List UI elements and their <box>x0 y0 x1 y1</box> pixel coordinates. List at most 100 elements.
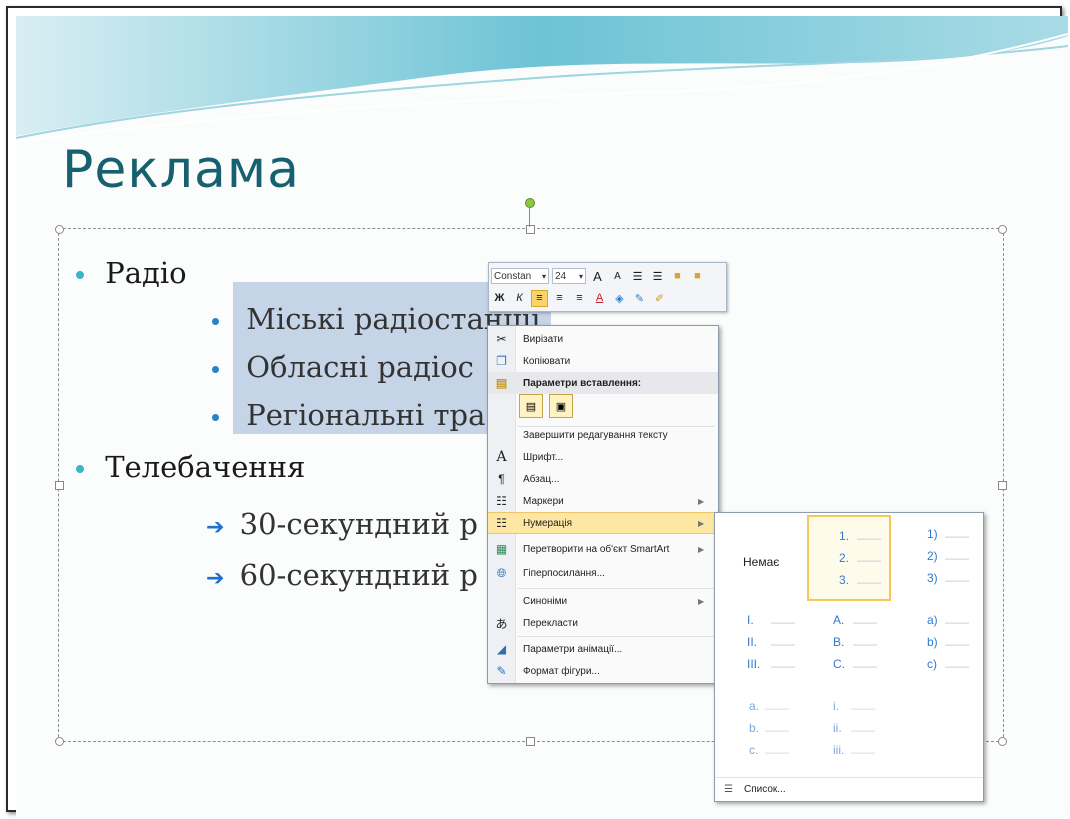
decrease-indent-button[interactable]: ☰ <box>629 268 646 285</box>
sub-bullet-30s[interactable]: ➔ 30-секундний р <box>206 507 478 541</box>
numbering-option-alpha-upper[interactable]: A. —— B. —— C. —— <box>807 601 891 687</box>
sub-bullet-area[interactable]: Регіональні тра <box>212 398 485 432</box>
numbering-marker: 1. <box>839 529 850 543</box>
paste-picture-icon: ▣ <box>555 400 567 413</box>
menu-item-label: Формат фігури... <box>523 665 600 677</box>
menu-item-label: Вирізати <box>523 333 564 345</box>
shape-fill-button[interactable]: ■ <box>669 268 686 285</box>
slide-title[interactable]: Реклама <box>62 140 300 200</box>
menu-item-copy[interactable]: ❐ Копіювати <box>488 350 718 372</box>
bullet-radio[interactable]: Радіо <box>76 256 187 290</box>
bullet-tv[interactable]: Телебачення <box>76 450 305 484</box>
numbering-option-alpha-lower-paren[interactable]: a) —— b) —— c) —— <box>893 601 977 687</box>
numbering-marker: b. <box>749 721 760 735</box>
menu-separator <box>518 588 714 589</box>
numbering-marker: II. <box>747 635 758 649</box>
font-size-combo[interactable]: 24 ▾ <box>552 268 586 284</box>
numbering-none-label: Немає <box>743 555 780 569</box>
context-menu: ✂ Вирізати ❐ Копіювати ▤ Параметри встав… <box>487 325 719 684</box>
numbering-option-1paren[interactable]: 1) —— 2) —— 3) —— <box>893 515 977 601</box>
increase-indent-button[interactable]: ☰ <box>649 268 666 285</box>
menu-header-paste-options: ▤ Параметри вставлення: <box>488 372 718 394</box>
line-placeholder: —— <box>853 659 877 673</box>
menu-item-cut[interactable]: ✂ Вирізати <box>488 328 718 350</box>
menu-item-animation[interactable]: ◢ Параметри анімації... <box>488 638 718 660</box>
menu-item-end-text-edit[interactable]: Завершити редагування тексту <box>488 424 718 446</box>
font-name-value: Constan <box>494 270 532 282</box>
menu-item-label: Перекласти <box>523 617 578 629</box>
numbering-none-option[interactable]: Немає <box>721 515 805 601</box>
menu-item-smartart[interactable]: ▦ Перетворити на об'єкт SmartArt ▶ <box>488 538 718 560</box>
bullet-text: Обласні радіос <box>246 350 474 384</box>
menu-item-synonyms[interactable]: Синоніми ▶ <box>488 590 718 612</box>
numbering-option-1dot[interactable]: 1. —— 2. —— 3. —— <box>807 515 891 601</box>
submenu-arrow-icon: ▶ <box>698 496 705 506</box>
shrink-font-button[interactable]: A <box>609 268 626 285</box>
paste-keep-formatting-button[interactable]: ▤ <box>519 394 543 418</box>
line-placeholder: —— <box>851 745 875 759</box>
resize-handle-br[interactable] <box>998 737 1007 746</box>
numbering-icon: ☷ <box>496 516 507 530</box>
italic-button[interactable]: К <box>511 290 528 307</box>
bullet-text: 60-секундний р <box>239 558 478 592</box>
scissors-icon: ✂ <box>496 332 507 346</box>
resize-handle-tr[interactable] <box>998 225 1007 234</box>
menu-item-translate[interactable]: あ Перекласти <box>488 612 718 634</box>
align-center-icon: ≡ <box>556 292 563 304</box>
paragraph-icon: ¶ <box>498 472 505 486</box>
bold-button[interactable]: Ж <box>491 290 508 307</box>
smartart-icon: ▦ <box>495 542 508 556</box>
align-center-button[interactable]: ≡ <box>551 290 568 307</box>
menu-item-font[interactable]: A Шрифт... <box>488 446 718 468</box>
format-painter-button[interactable]: ✐ <box>651 290 668 307</box>
sub-bullet-regional[interactable]: Обласні радіос <box>212 350 474 384</box>
menu-item-numbering[interactable]: ☷ Нумерація ▶ <box>488 512 718 534</box>
resize-handle-left[interactable] <box>55 481 64 490</box>
paste-keep-icon: ▤ <box>525 400 537 413</box>
menu-item-hyperlink[interactable]: 🌐︎ Гіперпосилання... <box>488 562 718 584</box>
font-size-value: 24 <box>555 270 567 282</box>
resize-handle-tl[interactable] <box>55 225 64 234</box>
menu-item-paragraph[interactable]: ¶ Абзац... <box>488 468 718 490</box>
align-left-button[interactable]: ≡ <box>531 289 548 307</box>
menu-separator <box>518 636 714 637</box>
grow-font-button[interactable]: A <box>589 268 606 285</box>
numbering-marker: ii. <box>833 721 842 735</box>
align-right-button[interactable]: ≡ <box>571 290 588 307</box>
line-placeholder: —— <box>945 573 969 587</box>
paste-text-only-button[interactable]: ▣ <box>549 394 573 418</box>
font-name-combo[interactable]: Constan ▾ <box>491 268 549 284</box>
resize-handle-top[interactable] <box>526 225 535 234</box>
format-painter-icon: ✐ <box>654 292 665 305</box>
sub-bullet-60s[interactable]: ➔ 60-секундний р <box>206 558 478 592</box>
format-shape-icon: ✎ <box>496 664 507 678</box>
bullets-and-numbering-link[interactable]: ☰ Список... <box>715 777 983 801</box>
font-icon: A <box>496 449 507 465</box>
font-color-button[interactable]: A <box>591 290 608 307</box>
resize-handle-right[interactable] <box>998 481 1007 490</box>
numbering-marker: 2. <box>839 551 850 565</box>
arrow-bullet-icon: ➔ <box>206 566 225 591</box>
resize-handle-bottom[interactable] <box>526 737 535 746</box>
font-color-icon: A <box>595 292 604 304</box>
bullet-text: Радіо <box>105 256 187 290</box>
shape-style-icon: ■ <box>694 270 701 282</box>
numbering-option-alpha-lower-dot[interactable]: a. —— b. —— c. —— <box>721 687 805 773</box>
resize-handle-bl[interactable] <box>55 737 64 746</box>
menu-item-format-shape[interactable]: ✎ Формат фігури... <box>488 660 718 682</box>
menu-item-bullets[interactable]: ☷ Маркери ▶ <box>488 490 718 512</box>
line-placeholder: —— <box>857 575 881 589</box>
line-placeholder: —— <box>853 637 877 651</box>
line-placeholder: —— <box>765 723 789 737</box>
rotation-handle[interactable] <box>525 198 535 208</box>
chevron-down-icon: ▾ <box>578 271 583 281</box>
fill-color-button[interactable]: ◈ <box>611 290 628 307</box>
paint-bucket-icon: ◈ <box>615 292 624 305</box>
numbering-option-roman-upper[interactable]: I. —— II. —— III. —— <box>721 601 805 687</box>
line-placeholder: —— <box>851 723 875 737</box>
numbering-option-roman-lower[interactable]: i. —— ii. —— iii. —— <box>807 687 891 773</box>
outline-color-button[interactable]: ✎ <box>631 290 648 307</box>
shape-style-button[interactable]: ■ <box>689 268 706 285</box>
line-placeholder: —— <box>945 659 969 673</box>
line-placeholder: —— <box>765 701 789 715</box>
